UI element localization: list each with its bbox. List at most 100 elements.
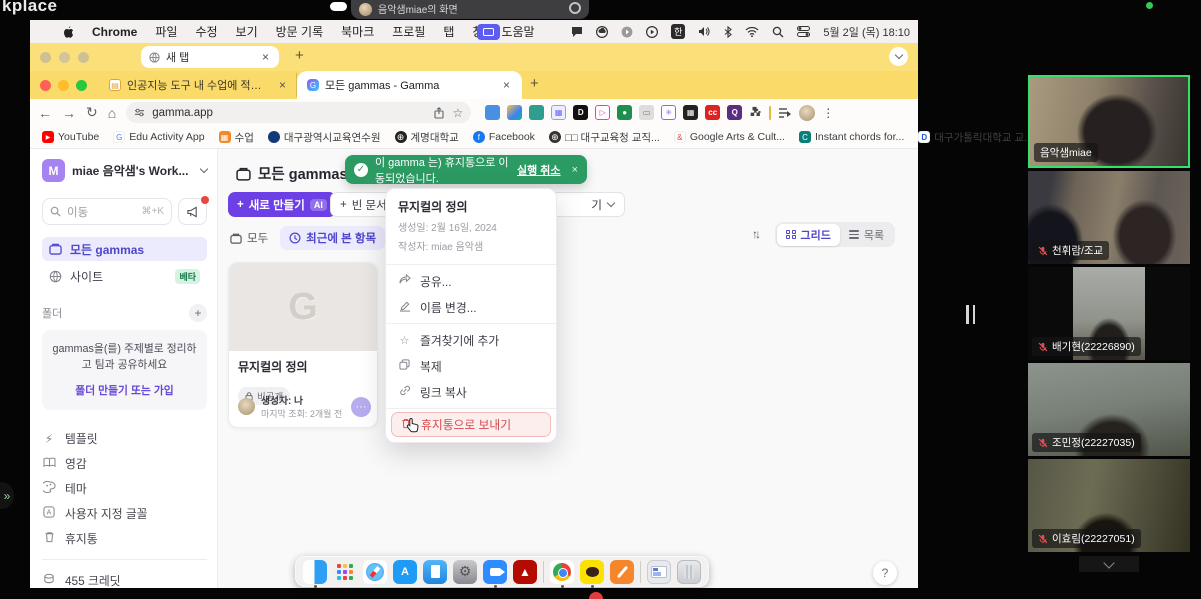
extension-icon[interactable]: ▭	[639, 105, 654, 120]
translate-extension-icon[interactable]	[485, 105, 500, 120]
input-source-icon[interactable]: 한	[671, 24, 685, 39]
url-text[interactable]: gamma.app	[152, 107, 426, 119]
browser-menu-icon[interactable]: ⋮	[822, 106, 834, 120]
menu-chrome[interactable]: Chrome	[92, 25, 137, 39]
bookmark-facebook[interactable]: fFacebook	[473, 131, 535, 143]
menu-bookmarks[interactable]: 북마크	[341, 23, 374, 40]
sidebar-item-credits[interactable]: 455 크레딧	[42, 568, 207, 588]
announcements-button[interactable]	[178, 198, 207, 225]
extensions-puzzle-icon[interactable]	[749, 106, 762, 119]
help-button[interactable]: ?	[873, 561, 897, 585]
bookmark-keimyung[interactable]: ⊕계명대학교	[395, 130, 459, 145]
trash-dock-icon[interactable]	[677, 560, 701, 584]
wifi-icon[interactable]	[745, 27, 759, 37]
zoom-window-icon[interactable]	[76, 80, 87, 91]
profile-avatar[interactable]	[799, 105, 815, 121]
address-bar[interactable]: gamma.app ☆	[126, 102, 471, 123]
share-page-icon[interactable]	[433, 107, 445, 119]
add-folder-button[interactable]: +	[189, 304, 207, 322]
undo-link[interactable]: 실행 취소	[517, 162, 561, 178]
menu-tab[interactable]: 탭	[443, 23, 454, 40]
menu-bar-clock[interactable]: 5월 2일 (목) 18:10	[823, 24, 910, 40]
create-or-join-folder-link[interactable]: 폴더 만들기 또는 가입	[50, 382, 199, 398]
menu-file[interactable]: 파일	[155, 23, 177, 40]
filter-all[interactable]: 모두	[230, 230, 268, 246]
tab-new-tab[interactable]: 새 탭 ×	[141, 46, 279, 68]
bookmark-star-icon[interactable]: ☆	[452, 106, 463, 120]
filter-recently-viewed[interactable]: 최근에 본 항목	[280, 226, 385, 250]
chrome-icon[interactable]	[550, 560, 574, 584]
chat-status-icon[interactable]	[571, 26, 583, 37]
menu-edit[interactable]: 수정	[195, 23, 217, 40]
tab-all-gammas[interactable]: G 모든 gammas - Gamma ×	[297, 71, 522, 99]
dropbox-status-icon[interactable]	[621, 26, 633, 38]
play-status-icon[interactable]	[646, 26, 658, 38]
bookmark-instant-chords[interactable]: CInstant chords for...	[799, 131, 904, 143]
zoom-window-icon[interactable]	[78, 52, 89, 63]
tab-search-chevron[interactable]	[889, 47, 908, 66]
system-settings-icon[interactable]: ⚙	[453, 560, 477, 584]
control-center-icon[interactable]	[797, 26, 810, 37]
create-new-button[interactable]: + 새로 만들기 AI	[228, 192, 336, 217]
menu-item-rename[interactable]: 이름 변경...	[386, 294, 556, 320]
workspace-switcher[interactable]: M miae 음악샘's Work...	[42, 159, 207, 182]
participant-video[interactable]: 천휘람/조교	[1028, 171, 1190, 264]
bookmark-daegu-office[interactable]: ⊕□□ 대구교육청 교직...	[549, 130, 660, 145]
participant-video[interactable]: 조민정(22227035)	[1028, 363, 1190, 456]
menu-view[interactable]: 보기	[236, 23, 258, 40]
creative-cloud-icon[interactable]	[596, 26, 608, 38]
books-icon[interactable]	[423, 560, 447, 584]
volume-icon[interactable]	[698, 26, 711, 37]
close-tab-icon[interactable]: ×	[260, 50, 271, 64]
bluetooth-icon[interactable]	[724, 26, 732, 38]
sort-button[interactable]: ↑↓	[752, 227, 758, 241]
minimize-window-icon[interactable]	[59, 52, 70, 63]
media-controls-icon[interactable]	[778, 107, 792, 119]
apple-icon[interactable]	[62, 25, 74, 39]
minimize-window-icon[interactable]	[58, 80, 69, 91]
new-tab-button[interactable]: +	[295, 47, 304, 64]
grid-view-button[interactable]: 그리드	[777, 224, 840, 246]
edge-panel-toggle[interactable]: »	[0, 482, 14, 509]
toast-close-icon[interactable]: ×	[572, 164, 578, 176]
close-tab-icon[interactable]: ×	[501, 78, 512, 92]
extension-icon[interactable]: ●	[617, 105, 632, 120]
collapse-participants-button[interactable]	[1079, 556, 1139, 572]
extension-icon[interactable]: Q	[727, 105, 742, 120]
card-more-button[interactable]: ···	[351, 397, 371, 417]
sidebar-item-themes[interactable]: 테마	[42, 476, 207, 501]
sidebar-item-all-gammas[interactable]: 모든 gammas	[42, 237, 207, 261]
sidebar-item-custom-fonts[interactable]: A 사용자 지정 글꼴	[42, 501, 207, 526]
sidebar-item-sites[interactable]: 사이트 베타	[42, 264, 207, 288]
app-store-icon[interactable]: A	[393, 560, 417, 584]
cc-extension-icon[interactable]: cc	[705, 105, 720, 120]
acrobat-icon[interactable]: ▲	[513, 560, 537, 584]
menu-help[interactable]: 도움말	[501, 23, 534, 40]
extension-icon[interactable]: ▷	[595, 105, 610, 120]
menu-profiles[interactable]: 프로필	[392, 23, 425, 40]
close-window-icon[interactable]	[40, 80, 51, 91]
resize-handle-icon[interactable]	[966, 305, 975, 324]
pencil-app-icon[interactable]	[610, 560, 634, 584]
bookmark-catholic-univ[interactable]: D대구가톨릭대학교 교...	[918, 130, 1033, 145]
extension-icon[interactable]: D	[573, 105, 588, 120]
minimized-window-icon[interactable]	[647, 560, 671, 584]
new-tab-button[interactable]: +	[530, 75, 539, 92]
bookmark-youtube[interactable]: ▶YouTube	[42, 131, 99, 143]
participant-video[interactable]: 이효림(22227051)	[1028, 459, 1190, 552]
kakaotalk-icon[interactable]	[580, 560, 604, 584]
home-button[interactable]: ⌂	[108, 105, 116, 121]
sidebar-item-inspiration[interactable]: 영감	[42, 451, 207, 476]
qr-extension-icon[interactable]: ▦	[683, 105, 698, 120]
close-tab-icon[interactable]: ×	[277, 78, 288, 92]
tab-ai-tools[interactable]: ▤ 인공지능 도구 내 수업에 적용하기 ×	[101, 73, 297, 97]
screen-record-indicator-icon[interactable]	[477, 24, 500, 40]
menu-item-share[interactable]: 공유...	[386, 268, 556, 294]
site-settings-icon[interactable]	[134, 107, 145, 118]
bookmark-daegu-edu[interactable]: 대구광역시교육연수원	[268, 130, 381, 145]
screen-share-banner[interactable]: 음악샘miae의 화면	[351, 0, 589, 19]
menu-item-favorite[interactable]: ☆ 즐겨찾기에 추가	[386, 327, 556, 353]
launchpad-icon[interactable]	[333, 560, 357, 584]
back-button[interactable]: ←	[38, 105, 52, 121]
finder-icon[interactable]	[303, 560, 327, 584]
